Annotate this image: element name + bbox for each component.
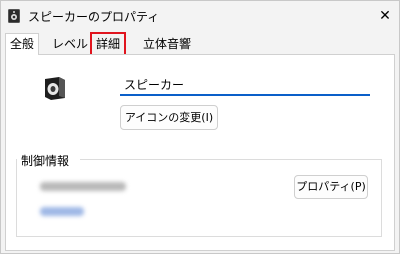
tab-advanced[interactable]: 詳細 [89, 32, 127, 56]
group-top-border [80, 159, 382, 160]
device-name-input[interactable] [120, 74, 370, 96]
close-icon: ✕ [379, 8, 391, 24]
properties-window: スピーカーのプロパティ ✕ 全般 レベル 詳細 立体音響 アイコンの変更(I) … [0, 0, 400, 254]
speaker-icon [42, 75, 68, 101]
properties-button[interactable]: プロパティ(P) [294, 175, 368, 199]
close-button[interactable]: ✕ [373, 4, 397, 28]
general-tab-panel: アイコンの変更(I) 制御情報 プロパティ(P) [5, 54, 395, 251]
change-icon-button[interactable]: アイコンの変更(I) [120, 105, 218, 130]
tab-spatial-sound[interactable]: 立体音響 [139, 34, 195, 54]
tab-levels[interactable]: レベル [48, 34, 92, 54]
controller-link-redacted[interactable] [40, 207, 84, 216]
controller-name-redacted [40, 182, 126, 191]
title-bar: スピーカーのプロパティ ✕ [1, 1, 399, 31]
tab-bar: 全般 レベル 詳細 立体音響 [5, 32, 397, 56]
window-title: スピーカーのプロパティ [28, 10, 160, 24]
tab-general[interactable]: 全般 [5, 33, 40, 55]
controller-info-label: 制御情報 [21, 154, 70, 168]
speaker-properties-icon [8, 9, 20, 23]
